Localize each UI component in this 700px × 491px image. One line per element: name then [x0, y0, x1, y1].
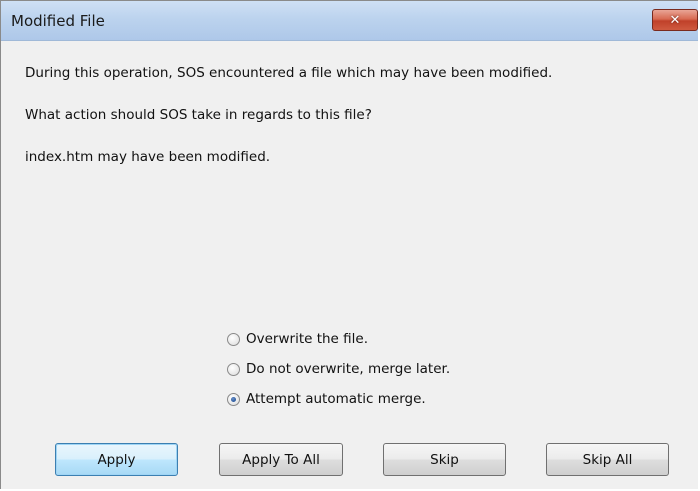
- close-icon: ✕: [669, 12, 681, 28]
- title-bar[interactable]: Modified File ✕: [1, 1, 698, 41]
- option-automatic-merge-label: Attempt automatic merge.: [246, 391, 426, 407]
- action-options: Overwrite the file. Do not overwrite, me…: [227, 324, 450, 414]
- dialog-title: Modified File: [11, 12, 105, 30]
- option-automatic-merge[interactable]: Attempt automatic merge.: [227, 384, 450, 414]
- radio-overwrite[interactable]: [227, 332, 240, 346]
- skip-button[interactable]: Skip: [383, 443, 506, 476]
- apply-to-all-button[interactable]: Apply To All: [219, 443, 343, 476]
- modified-file-dialog: Modified File ✕ During this operation, S…: [0, 0, 698, 489]
- message-line-3: index.htm may have been modified.: [25, 149, 271, 165]
- skip-all-button[interactable]: Skip All: [546, 443, 669, 476]
- message-line-2: What action should SOS take in regards t…: [25, 107, 372, 123]
- dialog-body: During this operation, SOS encountered a…: [1, 41, 698, 489]
- option-overwrite-label: Overwrite the file.: [246, 331, 369, 347]
- apply-button[interactable]: Apply: [55, 443, 178, 476]
- option-merge-later[interactable]: Do not overwrite, merge later.: [227, 354, 450, 384]
- radio-merge-later[interactable]: [227, 362, 240, 376]
- close-button[interactable]: ✕: [652, 9, 698, 31]
- option-overwrite[interactable]: Overwrite the file.: [227, 324, 450, 354]
- message-line-1: During this operation, SOS encountered a…: [25, 65, 553, 81]
- option-merge-later-label: Do not overwrite, merge later.: [246, 361, 451, 377]
- radio-automatic-merge[interactable]: [227, 392, 240, 406]
